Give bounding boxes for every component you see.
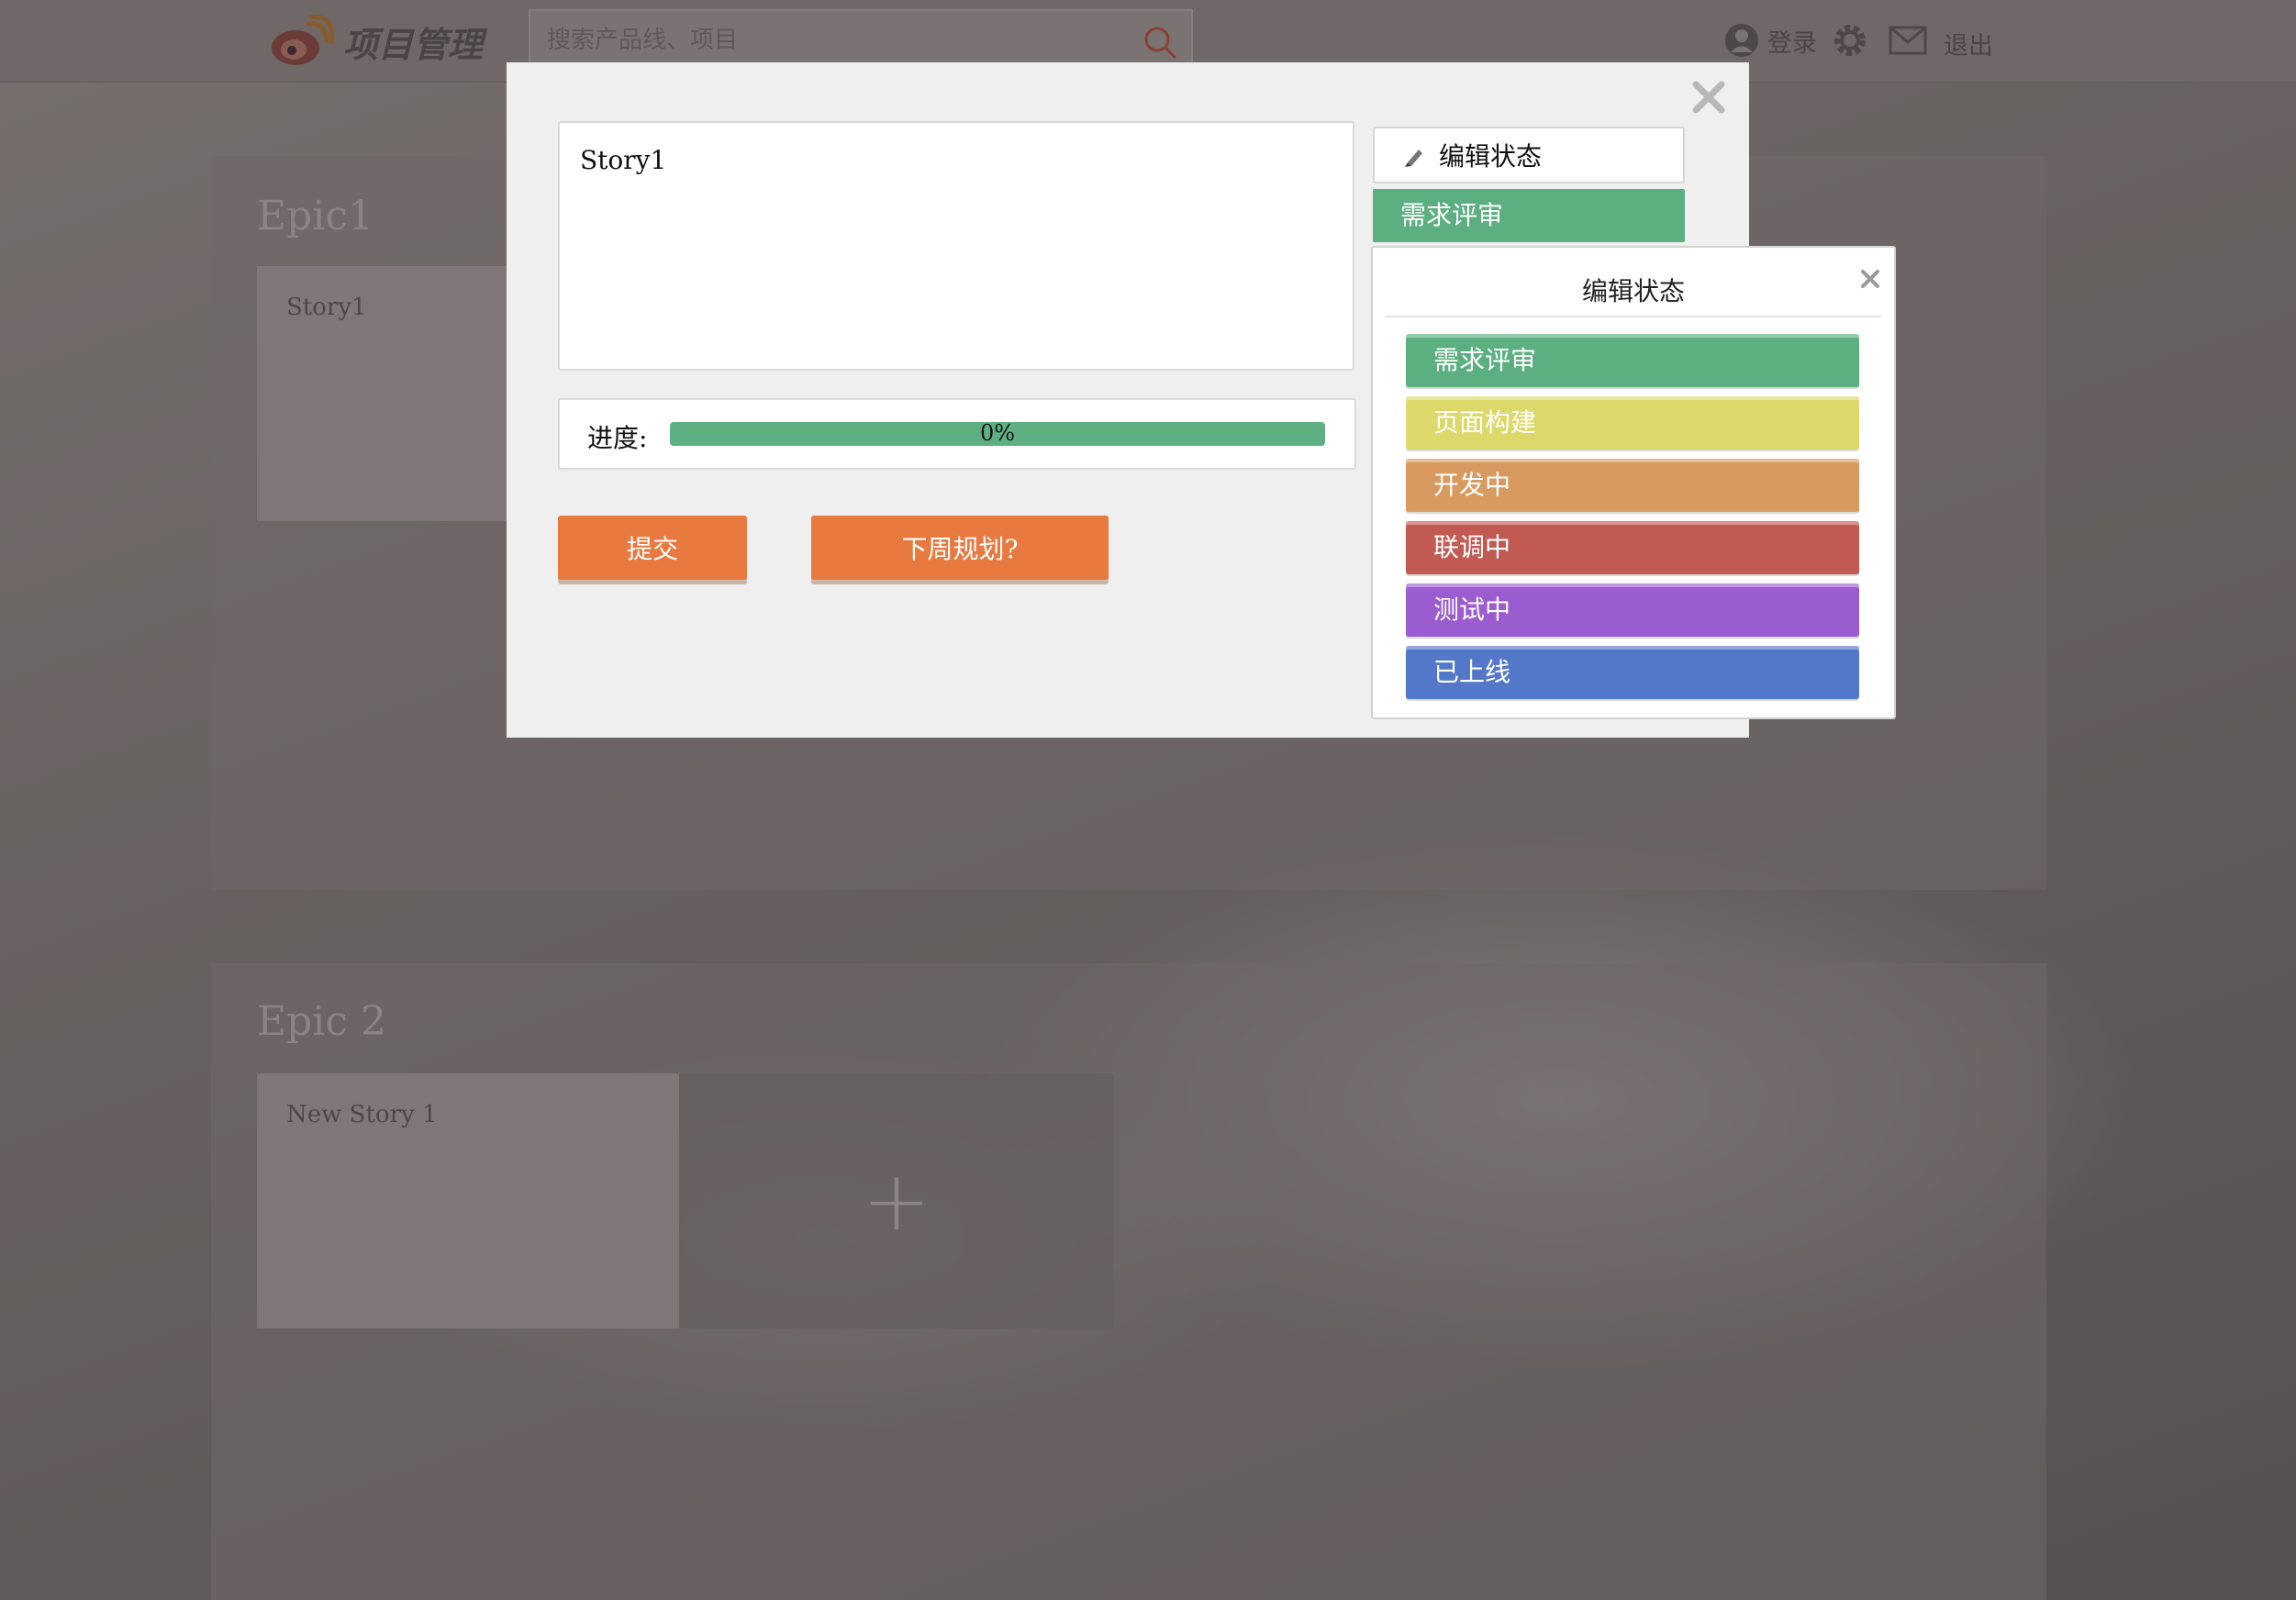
submit-button[interactable]: 提交: [558, 516, 747, 580]
edit-status-button[interactable]: 编辑状态: [1373, 127, 1685, 183]
epic-panel: Epic 2 New Story 1 +: [211, 963, 2046, 1600]
status-option[interactable]: 开发中: [1406, 459, 1859, 512]
story-card-title: New Story 1: [286, 1101, 438, 1128]
progress-bar[interactable]: 0%: [670, 422, 1325, 446]
status-popover: 编辑状态 需求评审 页面构建 开发中 联调中 测试中 已上线: [1371, 246, 1896, 719]
status-option[interactable]: 页面构建: [1406, 396, 1859, 450]
add-story-button[interactable]: +: [679, 1073, 1114, 1328]
plus-icon: +: [862, 1152, 931, 1250]
search-box[interactable]: [529, 9, 1193, 70]
edit-status-label: 编辑状态: [1439, 141, 1543, 172]
progress-label: 进度:: [587, 423, 648, 453]
story-card-title: Story1: [286, 294, 367, 321]
current-status-badge: 需求评审: [1373, 189, 1685, 242]
status-option[interactable]: 测试中: [1406, 583, 1859, 637]
search-input[interactable]: [547, 22, 1116, 59]
app-logo[interactable]: 项目管理: [268, 9, 483, 73]
close-icon[interactable]: [1859, 268, 1881, 290]
user-icon: [1725, 24, 1758, 57]
weibo-logo-icon: [272, 15, 334, 65]
status-option[interactable]: 已上线: [1406, 646, 1859, 699]
login-link[interactable]: 登录: [1723, 17, 1817, 64]
progress-panel: 进度: 0%: [558, 398, 1356, 470]
status-option[interactable]: 联调中: [1406, 521, 1859, 574]
gear-icon[interactable]: [1830, 20, 1870, 61]
pencil-icon: [1405, 150, 1422, 167]
search-icon[interactable]: [1142, 24, 1178, 61]
logout-link[interactable]: 退出: [1944, 26, 1993, 61]
close-icon[interactable]: [1690, 79, 1727, 116]
next-week-plan-button[interactable]: 下周规划?: [811, 516, 1109, 580]
status-option[interactable]: 需求评审: [1406, 334, 1859, 387]
progress-percent: 0%: [979, 420, 1016, 446]
popover-title: 编辑状态: [1581, 276, 1685, 306]
mail-icon[interactable]: [1889, 26, 1927, 55]
login-label: 登录: [1767, 28, 1817, 58]
epic-title: Epic 2: [257, 998, 386, 1045]
story-description-text: Story1: [580, 145, 667, 175]
story-description-textarea[interactable]: Story1: [558, 121, 1354, 371]
epic-title: Epic1: [257, 193, 373, 239]
app-title: 项目管理: [343, 24, 484, 65]
popover-divider: [1386, 316, 1881, 317]
story-card[interactable]: New Story 1: [257, 1073, 679, 1328]
